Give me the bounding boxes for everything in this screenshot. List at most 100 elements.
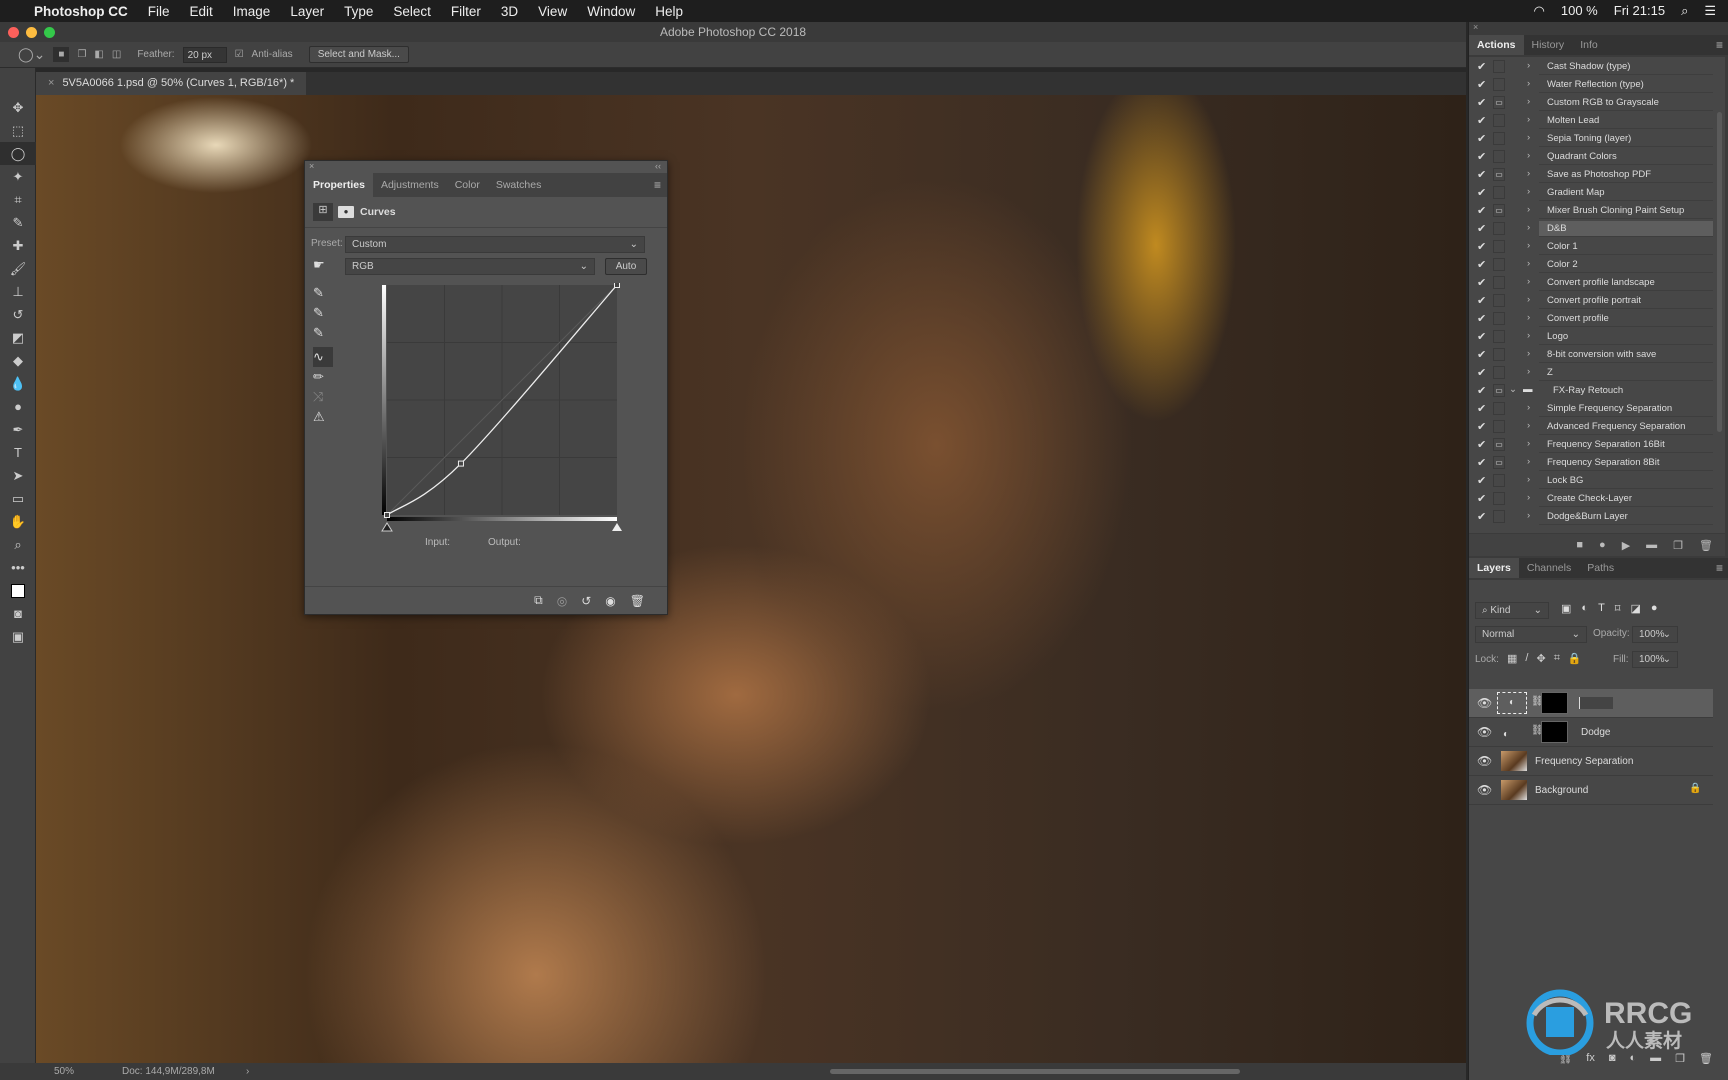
layer-visibility-eye-icon[interactable]: 👁 xyxy=(1477,696,1492,710)
action-enabled-check-icon[interactable]: ✔ xyxy=(1477,474,1486,487)
magic-wand-tool-icon[interactable]: ✦ xyxy=(0,165,36,188)
layer-row[interactable]: 👁 ◐ ⛓ xyxy=(1469,689,1713,718)
filter-pixel-icon[interactable]: ▣ xyxy=(1561,602,1571,615)
quick-mask-icon[interactable]: ◙ xyxy=(0,602,36,625)
dialog-toggle-icon[interactable] xyxy=(1493,420,1505,433)
action-enabled-check-icon[interactable]: ✔ xyxy=(1477,366,1486,379)
dialog-toggle-icon[interactable] xyxy=(1493,132,1505,145)
curve-control-point[interactable] xyxy=(614,283,620,288)
action-item[interactable]: ✔ › Advanced Frequency Separation xyxy=(1469,418,1713,436)
action-item[interactable]: ✔ › Simple Frequency Separation xyxy=(1469,400,1713,418)
action-enabled-check-icon[interactable]: ✔ xyxy=(1477,114,1486,127)
hand-tool-icon[interactable]: ✋ xyxy=(0,510,36,533)
collapsed-chevron-icon[interactable]: › xyxy=(1527,78,1530,89)
action-enabled-check-icon[interactable]: ✔ xyxy=(1477,186,1486,199)
brush-tool-icon[interactable]: 🖌 xyxy=(0,257,36,280)
action-item[interactable]: ✔ › Quadrant Colors xyxy=(1469,148,1713,166)
clip-to-layer-icon[interactable]: ⧉ xyxy=(534,593,543,608)
action-item[interactable]: ✔ › Logo xyxy=(1469,328,1713,346)
close-panel-icon[interactable]: × xyxy=(309,161,314,171)
collapsed-chevron-icon[interactable]: › xyxy=(1527,492,1530,503)
curve-control-point[interactable] xyxy=(384,512,390,518)
pen-tool-icon[interactable]: ✒ xyxy=(0,418,36,441)
collapsed-chevron-icon[interactable]: › xyxy=(1527,150,1530,161)
action-enabled-check-icon[interactable]: ✔ xyxy=(1477,222,1486,235)
dialog-toggle-icon[interactable]: ▭ xyxy=(1493,168,1505,181)
panel-menu-icon[interactable]: ≡ xyxy=(654,178,661,192)
lock-artboard-icon[interactable]: ⌗ xyxy=(1554,652,1560,665)
add-selection-icon[interactable]: ❐ xyxy=(77,49,86,60)
auto-button[interactable]: Auto xyxy=(605,258,647,275)
white-point-slider[interactable] xyxy=(612,523,622,531)
collapsed-chevron-icon[interactable]: › xyxy=(1527,456,1530,467)
curves-graph[interactable] xyxy=(377,283,627,543)
curves-adjustment-icon[interactable]: ⊞ xyxy=(313,203,333,221)
action-item[interactable]: ✔ › Molten Lead xyxy=(1469,112,1713,130)
delete-icon[interactable]: 🗑 xyxy=(630,594,645,608)
action-item[interactable]: ✔ › Dodge&Burn Layer xyxy=(1469,508,1713,526)
action-enabled-check-icon[interactable]: ✔ xyxy=(1477,312,1486,325)
collapsed-chevron-icon[interactable]: › xyxy=(1527,60,1530,71)
collapsed-chevron-icon[interactable]: › xyxy=(1527,366,1530,377)
dialog-toggle-icon[interactable]: ▭ xyxy=(1493,204,1505,217)
action-item[interactable]: ✔ ▭ › Frequency Separation 8Bit xyxy=(1469,454,1713,472)
menu-layer[interactable]: Layer xyxy=(290,4,324,19)
action-enabled-check-icon[interactable]: ✔ xyxy=(1477,132,1486,145)
view-previous-state-icon[interactable]: ◎ xyxy=(557,594,567,608)
action-item[interactable]: ✔ › Create Check-Layer xyxy=(1469,490,1713,508)
path-selection-tool-icon[interactable]: ➤ xyxy=(0,464,36,487)
layer-row[interactable]: 👁 Frequency Separation xyxy=(1469,747,1713,776)
antialias-checkbox[interactable]: ☑ xyxy=(235,49,244,60)
collapse-panel-icon[interactable]: ‹‹ xyxy=(655,161,661,171)
minimize-button[interactable] xyxy=(26,27,37,38)
collapsed-chevron-icon[interactable]: › xyxy=(1527,330,1530,341)
action-item[interactable]: ✔ › Convert profile xyxy=(1469,310,1713,328)
tab-adjustments[interactable]: Adjustments xyxy=(373,173,447,197)
action-item[interactable]: ✔ ▭ › Frequency Separation 16Bit xyxy=(1469,436,1713,454)
tab-info[interactable]: Info xyxy=(1572,35,1606,55)
dialog-toggle-icon[interactable] xyxy=(1493,492,1505,505)
layer-row[interactable]: 👁 Background 🔒 xyxy=(1469,776,1713,805)
action-enabled-check-icon[interactable]: ✔ xyxy=(1477,204,1486,217)
crop-tool-icon[interactable]: ⌗ xyxy=(0,188,36,211)
collapsed-chevron-icon[interactable]: › xyxy=(1527,510,1530,521)
actions-scrollbar[interactable] xyxy=(1717,112,1722,432)
layer-visibility-eye-icon[interactable]: 👁 xyxy=(1477,725,1492,739)
collapsed-chevron-icon[interactable]: › xyxy=(1527,114,1530,125)
action-item[interactable]: ✔ › Gradient Map xyxy=(1469,184,1713,202)
dodge-tool-icon[interactable]: ● xyxy=(0,395,36,418)
dialog-toggle-icon[interactable]: ▭ xyxy=(1493,96,1505,109)
color-swatches-icon[interactable] xyxy=(0,579,36,602)
menu-app[interactable]: Photoshop CC xyxy=(34,4,128,19)
collapsed-chevron-icon[interactable]: › xyxy=(1527,438,1530,449)
tab-color[interactable]: Color xyxy=(447,173,488,197)
collapsed-chevron-icon[interactable]: › xyxy=(1527,96,1530,107)
layer-row[interactable]: 👁 ◐ ⛓ Dodge xyxy=(1469,718,1713,747)
smooth-curve-icon[interactable]: ⤨ xyxy=(313,387,333,407)
blend-mode-dropdown[interactable]: Normal ⌄ xyxy=(1475,626,1587,643)
black-point-eyedropper-icon[interactable]: ✎ xyxy=(313,283,333,303)
dialog-toggle-icon[interactable] xyxy=(1493,312,1505,325)
dialog-toggle-icon[interactable]: ▭ xyxy=(1493,438,1505,451)
delete-action-icon[interactable]: 🗑 xyxy=(1699,539,1713,552)
paint-bucket-tool-icon[interactable]: ◆ xyxy=(0,349,36,372)
lock-position-icon[interactable]: ✥ xyxy=(1536,652,1545,665)
menu-type[interactable]: Type xyxy=(344,4,373,19)
collapsed-chevron-icon[interactable]: › xyxy=(1527,276,1530,287)
battery-percent[interactable]: 100 % xyxy=(1561,3,1598,19)
select-and-mask-button[interactable]: Select and Mask... xyxy=(308,46,409,63)
menu-view[interactable]: View xyxy=(538,4,567,19)
layer-name-input[interactable] xyxy=(1579,697,1613,709)
subtract-selection-icon[interactable]: ◧ xyxy=(94,49,103,60)
action-enabled-check-icon[interactable]: ✔ xyxy=(1477,492,1486,505)
action-enabled-check-icon[interactable]: ✔ xyxy=(1477,78,1486,91)
blur-tool-icon[interactable]: 💧 xyxy=(0,372,36,395)
action-enabled-check-icon[interactable]: ✔ xyxy=(1477,294,1486,307)
lock-transparent-icon[interactable]: ▦ xyxy=(1507,652,1517,665)
stop-icon[interactable]: ■ xyxy=(1576,539,1583,551)
search-icon[interactable]: ⌕ xyxy=(1681,3,1688,19)
dialog-toggle-icon[interactable] xyxy=(1493,222,1505,235)
action-enabled-check-icon[interactable]: ✔ xyxy=(1477,330,1486,343)
menu-help[interactable]: Help xyxy=(655,4,683,19)
action-enabled-check-icon[interactable]: ✔ xyxy=(1477,420,1486,433)
